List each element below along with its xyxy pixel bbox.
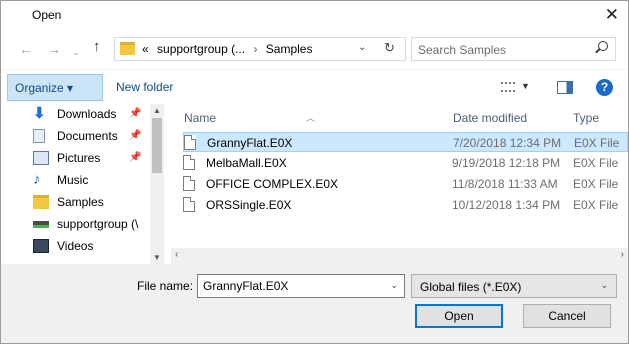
search-icon[interactable]	[598, 41, 608, 51]
file-date: 7/20/2018 12:34 PM	[453, 136, 562, 150]
file-icon	[183, 197, 195, 212]
sidebar-item-label: Downloads	[57, 107, 117, 121]
organize-button[interactable]: Organize ▾	[7, 74, 103, 101]
pictures-icon	[33, 151, 49, 165]
breadcrumb-separator-icon: ›	[253, 42, 258, 56]
file-type: E0X File	[573, 156, 619, 170]
chevron-down-icon[interactable]: ⌄	[600, 280, 608, 291]
file-icon	[183, 176, 195, 191]
new-folder-button[interactable]: New folder	[116, 80, 173, 94]
file-name: OFFICE COMPLEX.E0X	[206, 177, 339, 191]
column-headers: Name ︿ Date modified Type	[171, 104, 628, 128]
pin-icon[interactable]: 📌	[129, 152, 141, 163]
file-list-horizontal-scrollbar[interactable]: ‹ ›	[171, 248, 628, 264]
sidebar-item-label: Documents	[57, 129, 118, 143]
recent-locations-chevron-icon[interactable]: ⌄	[72, 45, 80, 59]
download-icon: ⬇	[33, 105, 46, 122]
pin-icon[interactable]: 📌	[129, 108, 141, 119]
file-row-orssingle[interactable]: ORSSingle.E0X 10/12/2018 1:34 PM E0X Fil…	[183, 195, 628, 215]
file-icon	[183, 155, 195, 170]
view-options-chevron-icon[interactable]: ▼	[521, 81, 530, 91]
music-icon: ♪	[33, 171, 41, 188]
file-name: MelbaMall.E0X	[206, 156, 287, 170]
dialog-footer: File name: ⌄ Global files (*.E0X) ⌄ Open…	[1, 264, 628, 343]
navigation-scrollbar[interactable]: ▲ ▼	[150, 104, 164, 264]
sort-ascending-icon: ︿	[306, 113, 316, 123]
file-name: GrannyFlat.E0X	[207, 136, 293, 150]
file-name: ORSSingle.E0X	[206, 198, 292, 212]
sidebar-item-music[interactable]: ♪ Music	[33, 170, 151, 190]
forward-arrow-icon[interactable]: →	[47, 42, 61, 56]
folder-icon	[33, 195, 49, 209]
change-view-icon[interactable]	[501, 82, 515, 92]
chevron-down-icon[interactable]: ⌄	[358, 42, 366, 53]
network-drive-icon	[33, 221, 49, 228]
pin-icon[interactable]: 📌	[129, 130, 141, 141]
file-list: Name ︿ Date modified Type GrannyFlat.E0X…	[171, 104, 628, 264]
close-icon[interactable]: ✕	[605, 5, 619, 25]
chevron-down-icon[interactable]: ⌄	[390, 280, 398, 291]
column-header-date-modified[interactable]: Date modified	[453, 111, 527, 125]
cancel-button[interactable]: Cancel	[523, 304, 611, 328]
file-type-filter-select[interactable]: Global files (*.E0X) ⌄	[411, 274, 617, 298]
sidebar-item-downloads[interactable]: ⬇ Downloads 📌	[33, 104, 151, 124]
open-button[interactable]: Open	[415, 304, 503, 328]
documents-icon	[33, 129, 45, 143]
scroll-right-icon[interactable]: ›	[621, 249, 624, 260]
scrollbar-thumb[interactable]	[152, 118, 162, 173]
file-type: E0X File	[573, 198, 619, 212]
file-row-melbamall[interactable]: MelbaMall.E0X 9/19/2018 12:18 PM E0X Fil…	[183, 153, 628, 173]
column-header-name[interactable]: Name	[184, 111, 216, 125]
refresh-icon[interactable]: ↻	[384, 40, 395, 56]
folder-icon	[120, 42, 135, 55]
file-type: E0X File	[574, 136, 620, 150]
file-type: E0X File	[573, 177, 619, 191]
sidebar-item-label: Pictures	[57, 151, 101, 165]
file-row-grannyflat[interactable]: GrannyFlat.E0X 7/20/2018 12:34 PM E0X Fi…	[183, 132, 628, 152]
sidebar-item-supportgroup[interactable]: supportgroup (\	[33, 214, 151, 234]
title-bar: Open ✕	[1, 1, 628, 31]
preview-pane-icon[interactable]	[557, 81, 573, 94]
address-bar[interactable]: « supportgroup (... › Samples ⌄ ↻	[114, 37, 406, 61]
scroll-left-icon[interactable]: ‹	[175, 249, 178, 260]
sidebar-item-samples[interactable]: Samples	[33, 192, 151, 212]
sidebar-item-videos[interactable]: Videos	[33, 236, 151, 256]
file-name-field[interactable]	[198, 275, 383, 297]
sidebar-item-label: Music	[57, 173, 89, 187]
sidebar-item-pictures[interactable]: Pictures 📌	[33, 148, 151, 168]
breadcrumb-overflow[interactable]: «	[142, 42, 149, 56]
breadcrumb[interactable]: « supportgroup (... › Samples	[142, 42, 312, 56]
videos-icon	[33, 239, 49, 253]
breadcrumb-item-samples[interactable]: Samples	[266, 42, 313, 56]
navigation-pane: ⬇ Downloads 📌 Documents 📌 Pictures 📌 ♪ M…	[7, 104, 164, 264]
file-date: 9/19/2018 12:18 PM	[452, 156, 561, 170]
file-name-combobox[interactable]: ⌄	[197, 274, 405, 298]
sidebar-item-documents[interactable]: Documents 📌	[33, 126, 151, 146]
file-type-filter-value: Global files (*.E0X)	[420, 280, 522, 294]
search-input[interactable]: Search Samples	[418, 43, 506, 57]
search-box[interactable]: Search Samples	[411, 37, 616, 61]
breadcrumb-item-supportgroup[interactable]: supportgroup (...	[157, 42, 245, 56]
file-icon	[184, 135, 196, 150]
window-title: Open	[32, 8, 62, 22]
file-name-label: File name:	[137, 279, 194, 293]
column-header-type[interactable]: Type	[573, 111, 599, 125]
toolbar: Organize ▾ New folder ▼ ?	[1, 69, 628, 103]
sidebar-item-label: Samples	[57, 195, 104, 209]
file-date: 11/8/2018 11:33 AM	[452, 177, 558, 191]
file-row-office-complex[interactable]: OFFICE COMPLEX.E0X 11/8/2018 11:33 AM E0…	[183, 174, 628, 194]
sidebar-item-label: supportgroup (\	[57, 217, 139, 231]
sidebar-item-label: Videos	[57, 239, 94, 253]
organize-label: Organize ▾	[15, 81, 74, 95]
help-icon[interactable]: ?	[596, 79, 613, 96]
open-file-dialog: Open ✕ ← → ⌄ ↑ « supportgroup (... › Sam…	[0, 0, 629, 344]
scroll-down-icon[interactable]: ▼	[153, 253, 161, 262]
file-date: 10/12/2018 1:34 PM	[452, 198, 561, 212]
scroll-up-icon[interactable]: ▲	[153, 106, 161, 115]
back-arrow-icon[interactable]: ←	[19, 42, 33, 56]
up-arrow-icon[interactable]: ↑	[93, 39, 101, 54]
